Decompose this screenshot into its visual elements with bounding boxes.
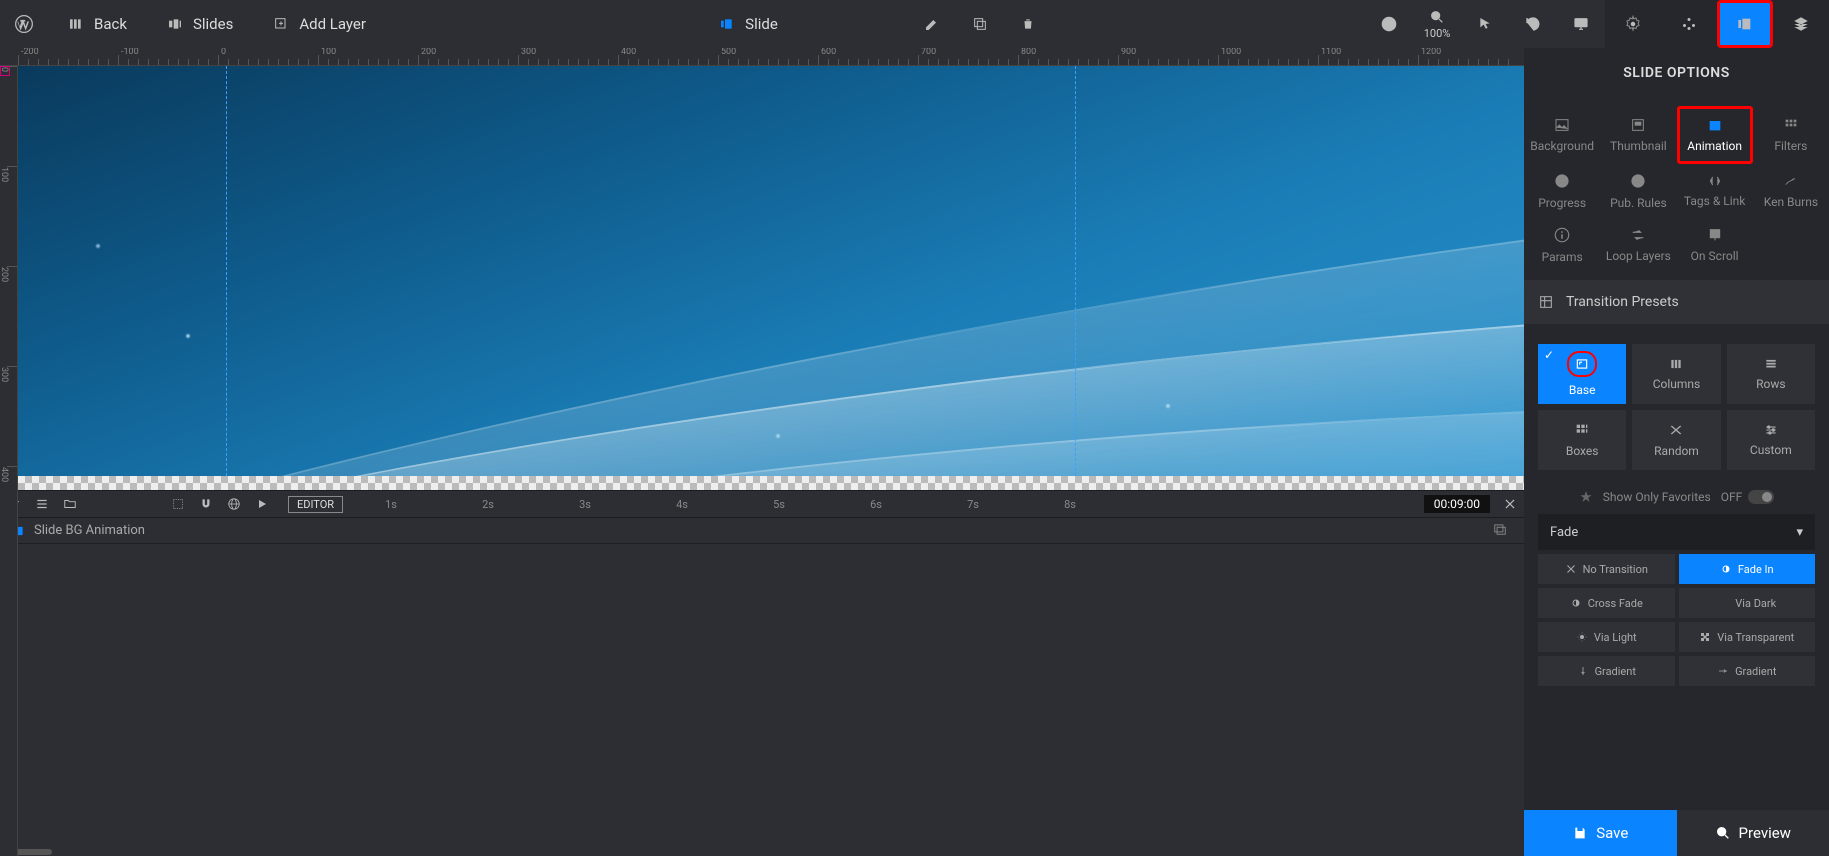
horizontal-ruler: -200-10001002003004005006007008009001000… [0, 48, 1524, 66]
preview-desktop-icon[interactable]: ▾ [1557, 0, 1605, 48]
action-bar: Save Preview [1524, 810, 1829, 856]
play-icon[interactable] [248, 490, 276, 518]
undo-icon[interactable] [1509, 0, 1557, 48]
fade-group-header[interactable]: Fade ▾ [1538, 514, 1815, 550]
delete-icon[interactable] [1004, 0, 1052, 48]
slide-options-tab[interactable] [1717, 0, 1773, 48]
preset-base[interactable]: ✓ Base [1538, 344, 1626, 404]
fade-via-transparent[interactable]: Via Transparent [1679, 622, 1816, 652]
vertical-ruler: 0100200300400 [0, 66, 18, 856]
back-button[interactable]: Back [48, 0, 147, 48]
preset-boxes[interactable]: Boxes [1538, 410, 1626, 470]
zoom-control[interactable]: 100% [1413, 0, 1461, 48]
back-label: Back [94, 15, 127, 33]
edit-icon[interactable] [908, 0, 956, 48]
duplicate-icon[interactable] [956, 0, 1004, 48]
slide-label: Slide [745, 15, 778, 33]
option-ken-burns[interactable]: Ken Burns [1753, 164, 1829, 218]
layers-tab[interactable] [1773, 0, 1829, 48]
favorites-toggle[interactable]: OFF [1721, 490, 1775, 504]
help-icon[interactable] [1365, 0, 1413, 48]
check-icon: ✓ [1544, 348, 1554, 362]
fade-fade-in[interactable]: Fade In [1679, 554, 1816, 584]
option-on-scroll[interactable]: On Scroll [1677, 218, 1753, 272]
timeline-close-icon[interactable] [1496, 497, 1524, 511]
option-params[interactable]: Params [1524, 218, 1600, 272]
canvas-bottom-checker [18, 476, 1524, 490]
add-layer-label: Add Layer [299, 15, 366, 33]
side-panel: SLIDE OPTIONS Background Thumbnail Anima… [1524, 48, 1829, 856]
slide-context-group: Slide [699, 0, 1052, 48]
guide-line[interactable] [1075, 66, 1076, 476]
wordpress-logo-icon[interactable] [0, 0, 48, 48]
right-toolbar-group: 100% ▾ [1365, 0, 1829, 48]
zoom-label: 100% [1424, 27, 1451, 40]
magnet-icon[interactable] [192, 490, 220, 518]
favorites-label: Show Only Favorites [1603, 490, 1711, 504]
option-loop-layers[interactable]: Loop Layers [1600, 218, 1676, 272]
horizontal-scrollbar[interactable] [0, 848, 1524, 856]
preset-custom[interactable]: Custom [1727, 410, 1815, 470]
timeline-time: 00:09:00 [1424, 495, 1490, 513]
slide-canvas[interactable] [18, 66, 1524, 476]
slide-button[interactable]: Slide [699, 0, 798, 48]
fade-gradient-1[interactable]: Gradient [1538, 656, 1675, 686]
preset-random[interactable]: Random [1632, 410, 1720, 470]
globe-icon[interactable] [220, 490, 248, 518]
track-label: Slide BG Animation [34, 523, 145, 538]
option-tags-link[interactable]: Tags & Link [1677, 164, 1753, 218]
preview-button[interactable]: Preview [1677, 810, 1829, 856]
fade-cross-fade[interactable]: Cross Fade [1538, 588, 1675, 618]
grid-snap-icon[interactable] [164, 490, 192, 518]
navigation-tab[interactable] [1661, 0, 1717, 48]
settings-tab[interactable] [1605, 0, 1661, 48]
list-icon[interactable] [28, 490, 56, 518]
guide-line[interactable] [226, 66, 227, 476]
cursor-icon[interactable] [1461, 0, 1509, 48]
panel-title: SLIDE OPTIONS [1524, 48, 1829, 98]
star-icon [1579, 490, 1593, 504]
folder-icon[interactable] [56, 490, 84, 518]
add-layer-button[interactable]: Add Layer [253, 0, 386, 48]
top-toolbar: Back Slides Add Layer Slide 100% [0, 0, 1829, 48]
fade-no-transition[interactable]: No Transition [1538, 554, 1675, 584]
chevron-down-icon: ▾ [1796, 525, 1803, 540]
favorites-row: Show Only Favorites OFF [1524, 480, 1829, 514]
option-thumbnail[interactable]: Thumbnail [1600, 106, 1676, 164]
track-folder-icon[interactable] [1492, 522, 1516, 540]
option-background[interactable]: Background [1524, 106, 1600, 164]
slides-button[interactable]: Slides [147, 0, 253, 48]
origin-marker [0, 66, 10, 76]
fade-via-dark[interactable]: Via Dark [1679, 588, 1816, 618]
fade-gradient-2[interactable]: Gradient [1679, 656, 1816, 686]
transition-presets-header: Transition Presets [1524, 280, 1829, 324]
editor-mode-badge[interactable]: EDITOR [288, 496, 343, 513]
option-progress[interactable]: Progress [1524, 164, 1600, 218]
fade-via-light[interactable]: Via Light [1538, 622, 1675, 652]
save-button[interactable]: Save [1524, 810, 1677, 856]
option-filters[interactable]: Filters [1753, 106, 1829, 164]
slides-label: Slides [193, 15, 233, 33]
option-animation[interactable]: Animation [1677, 106, 1753, 164]
canvas-area: -200-10001002003004005006007008009001000… [0, 48, 1524, 856]
option-pub-rules[interactable]: Pub. Rules [1600, 164, 1676, 218]
preset-rows[interactable]: Rows [1727, 344, 1815, 404]
timeline: EDITOR 1s2s3s4s5s6s7s8s 00:09:00 Slide B… [0, 490, 1524, 848]
preset-columns[interactable]: Columns [1632, 344, 1720, 404]
timeline-track[interactable]: Slide BG Animation [0, 518, 1524, 544]
